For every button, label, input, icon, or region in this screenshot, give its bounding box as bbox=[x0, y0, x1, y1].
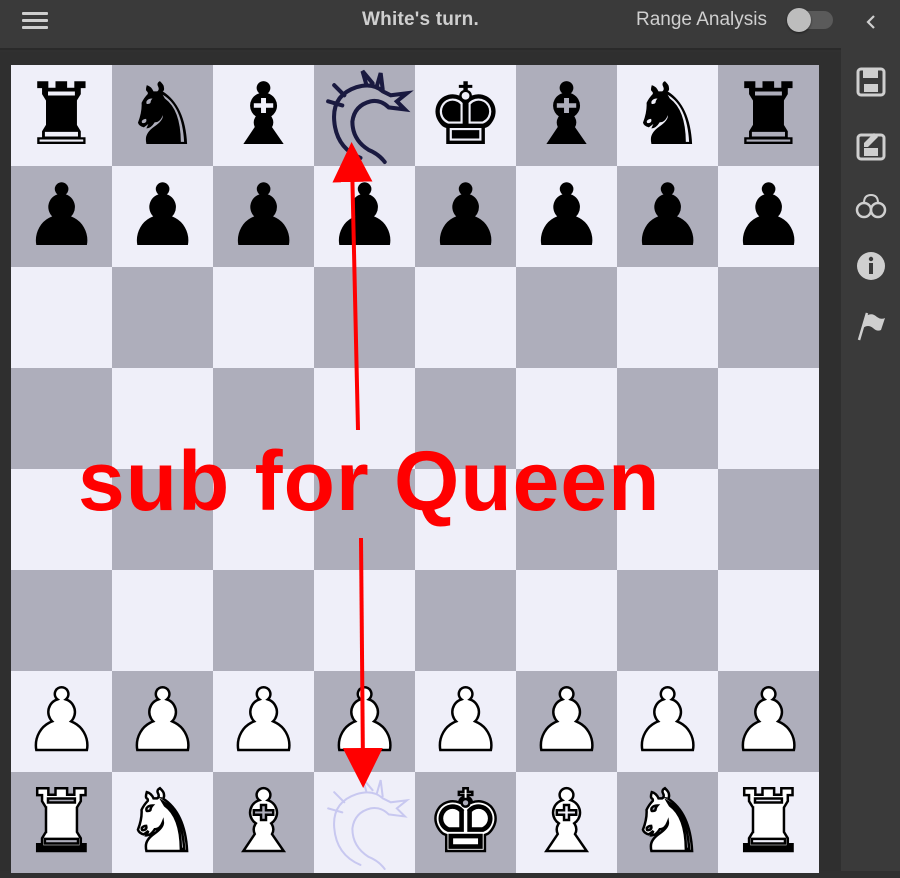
black-rook-piece[interactable]: ♜ bbox=[11, 65, 112, 166]
square[interactable] bbox=[314, 772, 415, 873]
white-bishop-piece[interactable]: ♝ bbox=[516, 771, 617, 874]
black-pawn-piece[interactable]: ♟ bbox=[516, 166, 617, 267]
square[interactable]: ♝ bbox=[516, 65, 617, 166]
right-sidebar bbox=[841, 0, 900, 871]
black-rook-piece[interactable]: ♜ bbox=[718, 65, 819, 166]
white-pawn-piece[interactable]: ♟ bbox=[617, 670, 718, 773]
square[interactable]: ♞ bbox=[617, 771, 718, 874]
square[interactable] bbox=[718, 570, 819, 671]
square[interactable] bbox=[718, 368, 819, 469]
square[interactable] bbox=[617, 267, 718, 368]
square[interactable]: ♜ bbox=[11, 771, 112, 874]
white-king-piece[interactable]: ♚ bbox=[415, 771, 516, 874]
toggle-knob bbox=[787, 8, 811, 32]
black-pawn-piece[interactable]: ♟ bbox=[617, 166, 718, 267]
square[interactable]: ♜ bbox=[718, 65, 819, 166]
white-knight-piece[interactable]: ♞ bbox=[112, 771, 213, 874]
square[interactable] bbox=[314, 65, 415, 166]
square[interactable] bbox=[213, 570, 314, 671]
flag-icon[interactable] bbox=[841, 304, 900, 348]
square[interactable]: ♝ bbox=[516, 771, 617, 874]
square[interactable]: ♚ bbox=[415, 65, 516, 166]
black-pawn-piece[interactable]: ♟ bbox=[213, 166, 314, 267]
square[interactable] bbox=[415, 570, 516, 671]
square[interactable] bbox=[516, 570, 617, 671]
black-knight-piece[interactable]: ♞ bbox=[617, 65, 718, 166]
black-knight-piece[interactable]: ♞ bbox=[112, 65, 213, 166]
save-icon[interactable] bbox=[841, 60, 900, 104]
annotation-text: sub for Queen bbox=[78, 434, 661, 528]
square[interactable]: ♚ bbox=[415, 771, 516, 874]
square[interactable]: ♜ bbox=[11, 65, 112, 166]
square[interactable]: ♟ bbox=[718, 670, 819, 773]
square[interactable]: ♟ bbox=[11, 166, 112, 267]
square[interactable] bbox=[516, 267, 617, 368]
square[interactable]: ♜ bbox=[718, 771, 819, 874]
white-pawn-piece[interactable]: ♟ bbox=[718, 670, 819, 773]
square[interactable]: ♟ bbox=[415, 670, 516, 773]
square[interactable]: ♟ bbox=[213, 670, 314, 773]
black-bishop-piece[interactable]: ♝ bbox=[213, 65, 314, 166]
black-pawn-piece[interactable]: ♟ bbox=[112, 166, 213, 267]
square[interactable]: ♟ bbox=[617, 166, 718, 267]
square[interactable]: ♟ bbox=[112, 166, 213, 267]
save-edit-icon[interactable] bbox=[841, 124, 900, 168]
square[interactable]: ♟ bbox=[112, 670, 213, 773]
square[interactable]: ♟ bbox=[11, 670, 112, 773]
white-pawn-piece[interactable]: ♟ bbox=[314, 670, 415, 773]
black-dragon-piece[interactable] bbox=[314, 65, 415, 166]
black-pawn-piece[interactable]: ♟ bbox=[11, 166, 112, 267]
square[interactable]: ♟ bbox=[314, 670, 415, 773]
black-pawn-piece[interactable]: ♟ bbox=[415, 166, 516, 267]
square[interactable] bbox=[112, 570, 213, 671]
white-knight-piece[interactable]: ♞ bbox=[617, 771, 718, 874]
black-pawn-piece[interactable]: ♟ bbox=[314, 166, 415, 267]
square[interactable] bbox=[112, 267, 213, 368]
info-icon[interactable] bbox=[841, 244, 900, 288]
range-analysis-label: Range Analysis bbox=[636, 9, 767, 30]
white-bishop-piece[interactable]: ♝ bbox=[213, 771, 314, 874]
black-bishop-piece[interactable]: ♝ bbox=[516, 65, 617, 166]
square[interactable]: ♟ bbox=[516, 670, 617, 773]
white-pawn-piece[interactable]: ♟ bbox=[213, 670, 314, 773]
square[interactable]: ♟ bbox=[415, 166, 516, 267]
square[interactable] bbox=[415, 267, 516, 368]
white-pawn-piece[interactable]: ♟ bbox=[11, 670, 112, 773]
handcuffs-icon[interactable] bbox=[841, 184, 900, 228]
square[interactable]: ♞ bbox=[112, 65, 213, 166]
square[interactable]: ♟ bbox=[314, 166, 415, 267]
square[interactable] bbox=[617, 570, 718, 671]
collapse-icon[interactable] bbox=[841, 0, 900, 44]
square[interactable]: ♞ bbox=[112, 771, 213, 874]
square[interactable]: ♟ bbox=[516, 166, 617, 267]
square[interactable] bbox=[314, 267, 415, 368]
white-pawn-piece[interactable]: ♟ bbox=[415, 670, 516, 773]
square[interactable]: ♝ bbox=[213, 65, 314, 166]
top-bar: White's turn. Range Analysis bbox=[0, 0, 841, 50]
square[interactable] bbox=[314, 570, 415, 671]
square[interactable]: ♟ bbox=[718, 166, 819, 267]
square[interactable] bbox=[213, 267, 314, 368]
white-dragon-piece[interactable] bbox=[314, 772, 415, 873]
white-rook-piece[interactable]: ♜ bbox=[11, 771, 112, 874]
square[interactable] bbox=[11, 570, 112, 671]
black-pawn-piece[interactable]: ♟ bbox=[718, 166, 819, 267]
square[interactable]: ♟ bbox=[213, 166, 314, 267]
square[interactable] bbox=[718, 267, 819, 368]
range-analysis-toggle[interactable] bbox=[787, 8, 833, 32]
white-pawn-piece[interactable]: ♟ bbox=[112, 670, 213, 773]
square[interactable]: ♞ bbox=[617, 65, 718, 166]
white-rook-piece[interactable]: ♜ bbox=[718, 771, 819, 874]
black-king-piece[interactable]: ♚ bbox=[415, 65, 516, 166]
square[interactable]: ♝ bbox=[213, 771, 314, 874]
square[interactable]: ♟ bbox=[617, 670, 718, 773]
white-pawn-piece[interactable]: ♟ bbox=[516, 670, 617, 773]
square[interactable] bbox=[718, 469, 819, 570]
square[interactable] bbox=[11, 267, 112, 368]
